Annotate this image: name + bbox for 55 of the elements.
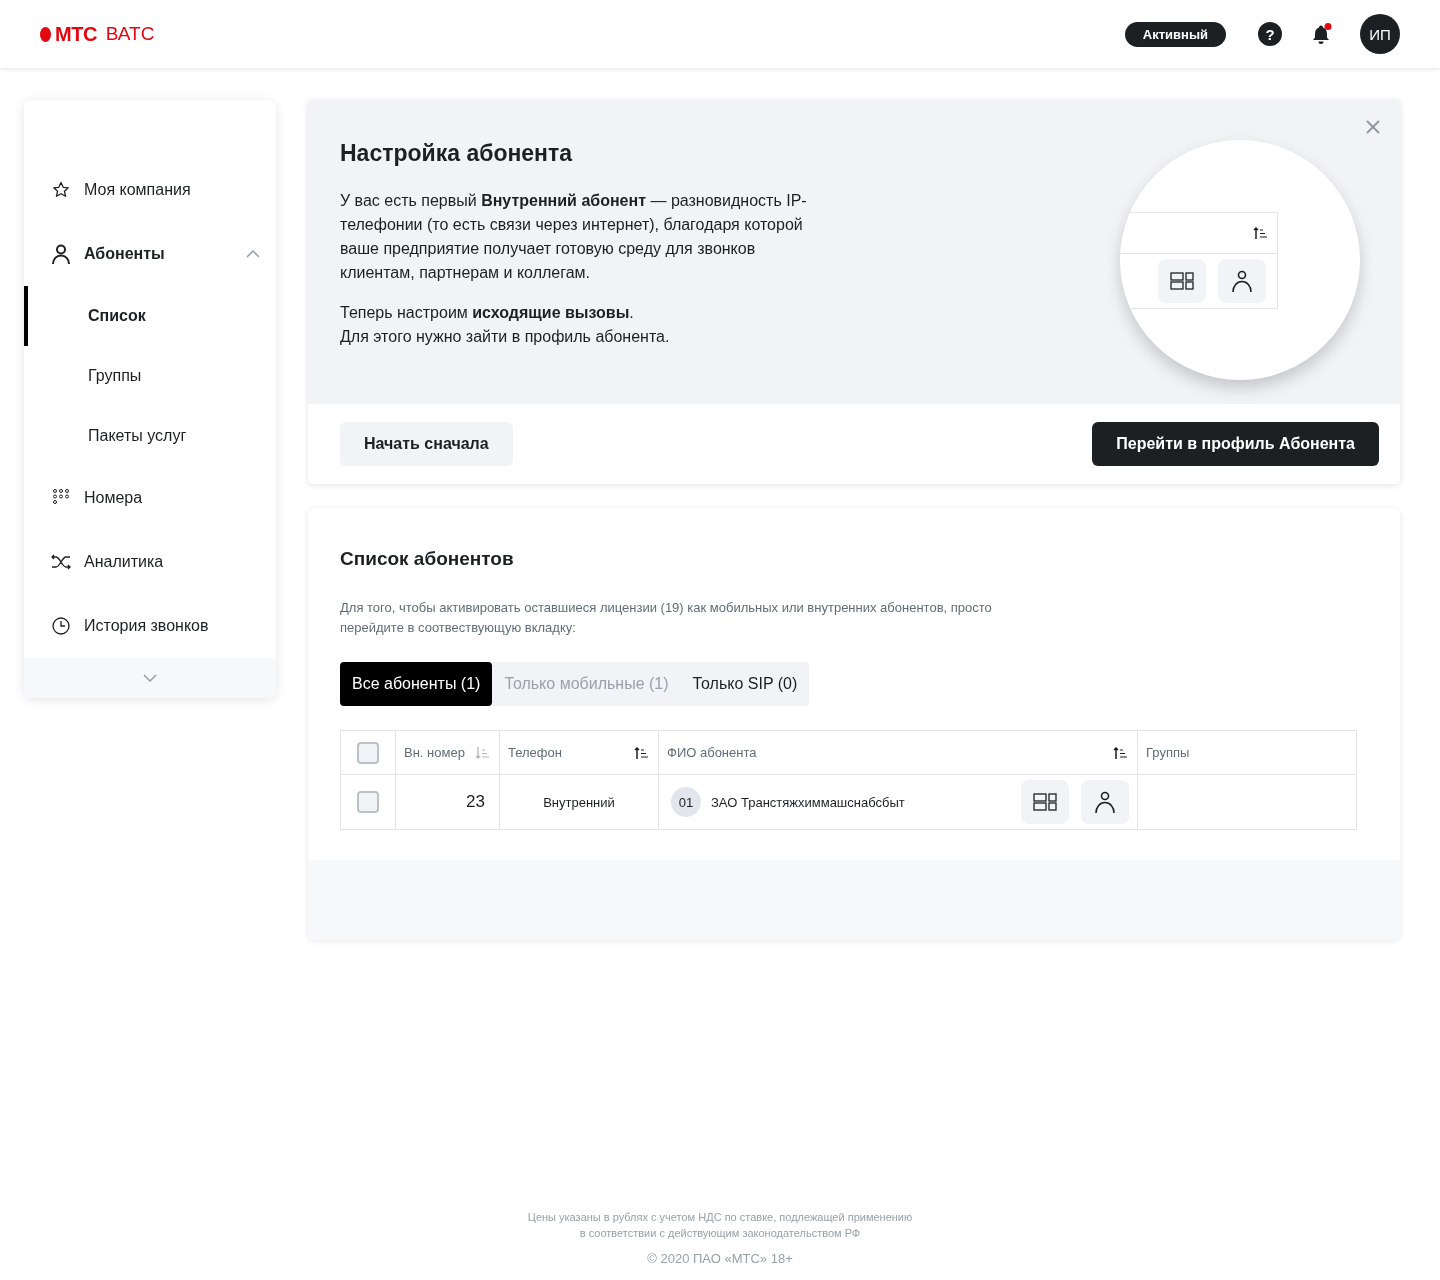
chevron-icon xyxy=(246,250,260,258)
star-icon xyxy=(50,180,72,200)
nav-label: Моя компания xyxy=(84,181,192,199)
restart-button[interactable]: Начать сначала xyxy=(340,422,513,466)
nav-label: Абоненты xyxy=(84,245,166,263)
groups-button[interactable] xyxy=(1021,780,1069,824)
logo-text: МТС xyxy=(55,22,97,46)
nav-label: История звонков xyxy=(84,617,210,635)
table-cell-text: ЗАО Транстяжхиммашснабсбыт xyxy=(711,794,906,810)
copyright: © 2020 ПАО «МТС» 18+ xyxy=(646,1251,794,1266)
nav-label: Номера xyxy=(84,489,144,507)
logo-icon xyxy=(40,26,51,42)
user-icon xyxy=(1094,790,1116,814)
nav-label: Аналитика xyxy=(84,553,165,571)
column-header: ФИО абонента xyxy=(667,745,757,760)
column-header: Вн. номер xyxy=(404,745,465,760)
nav-item[interactable]: История звонков xyxy=(24,594,276,658)
card-title: Настройка абонента xyxy=(340,140,574,167)
nav-subitem[interactable]: Список xyxy=(24,286,276,346)
product-name: ВАТС xyxy=(105,23,155,45)
section-title: Список абонентов xyxy=(340,548,515,570)
nav-item[interactable]: Абоненты xyxy=(24,222,276,286)
row-checkbox[interactable] xyxy=(357,791,379,813)
notifications-button[interactable] xyxy=(1310,23,1332,45)
grid-icon xyxy=(1033,793,1057,811)
nav-item[interactable]: Номера xyxy=(24,466,276,530)
paragraph: Теперь настроим исходящие вызовы. Для этого нужно зайти в профиль абонента. xyxy=(340,303,671,347)
column-header: Телефон xyxy=(508,745,562,760)
status-badge: Активный xyxy=(1124,21,1226,47)
clock-icon xyxy=(50,616,72,636)
avatar-button[interactable]: ИП xyxy=(1360,14,1400,54)
help-button[interactable]: ? xyxy=(1258,22,1282,46)
table-cell: Внутренний xyxy=(543,794,615,810)
nav-subitem[interactable]: Группы xyxy=(24,346,276,406)
profile-button[interactable] xyxy=(1081,780,1129,824)
shuffle-icon xyxy=(50,552,72,572)
nav-item[interactable]: Моя компания xyxy=(24,158,276,222)
description: Для того, чтобы активировать оставшиеся лицензии (19) как мобильных или внутренних абонентов, просто перейдите в соотвествующую вкладку: xyxy=(340,599,993,637)
select-all-checkbox[interactable] xyxy=(357,741,379,764)
chevron-down-icon xyxy=(143,674,157,682)
number-badge: 01 xyxy=(671,787,701,817)
sort-icon[interactable] xyxy=(634,745,650,760)
filter-tab[interactable]: Только SIP (0) xyxy=(680,662,810,706)
sort-icon[interactable] xyxy=(1113,745,1129,760)
go-to-profile-button[interactable]: Перейти в профиль Абонента xyxy=(1092,422,1379,466)
bell-icon xyxy=(1310,23,1332,45)
user-icon xyxy=(50,243,72,265)
close-button[interactable] xyxy=(1366,120,1380,134)
table-cell: 23 xyxy=(466,792,485,812)
nav-subitem[interactable]: Пакеты услуг xyxy=(24,406,276,466)
filter-tab[interactable]: Все абоненты (1) xyxy=(340,662,493,706)
paragraph: У вас есть первый Внутренний абонент — разновидность IP-телефонии (то есть связи через интернет), благодаря которой ваше предприятие получает готовую среду для звонков клиентам, партнерам и коллегам. xyxy=(340,191,808,283)
nav-item[interactable]: Аналитика xyxy=(24,530,276,594)
legal-note: Цены указаны в рублях с учетом НДС по ставке, подлежащей применению в соответствии с действующим законодательством РФ xyxy=(526,1210,914,1241)
column-header: Группы xyxy=(1146,745,1190,760)
